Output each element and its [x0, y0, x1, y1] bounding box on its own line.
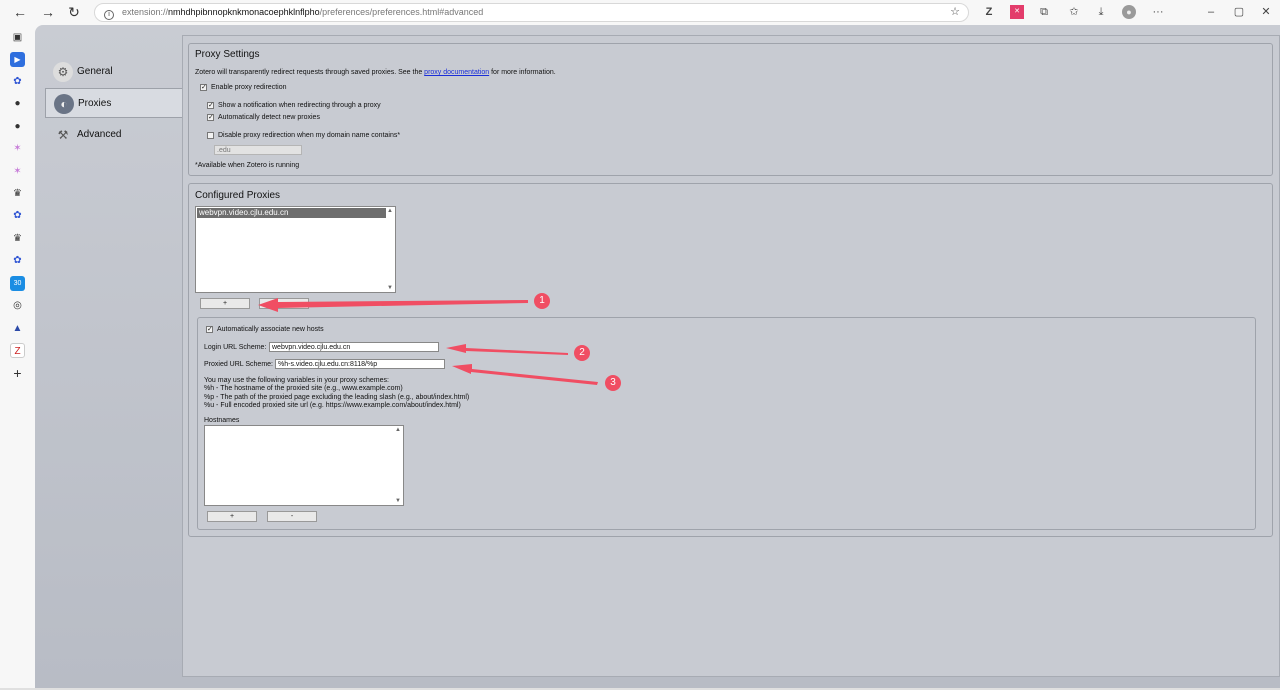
- arrow-1-icon: [258, 298, 528, 312]
- annotation-marker-3: 3: [605, 375, 621, 391]
- annotation-marker-2: 2: [574, 345, 590, 361]
- arrow-3-icon: [452, 364, 598, 385]
- annotation-overlay: [258, 298, 598, 385]
- arrow-2-icon: [446, 344, 568, 355]
- annotation-marker-1: 1: [534, 293, 550, 309]
